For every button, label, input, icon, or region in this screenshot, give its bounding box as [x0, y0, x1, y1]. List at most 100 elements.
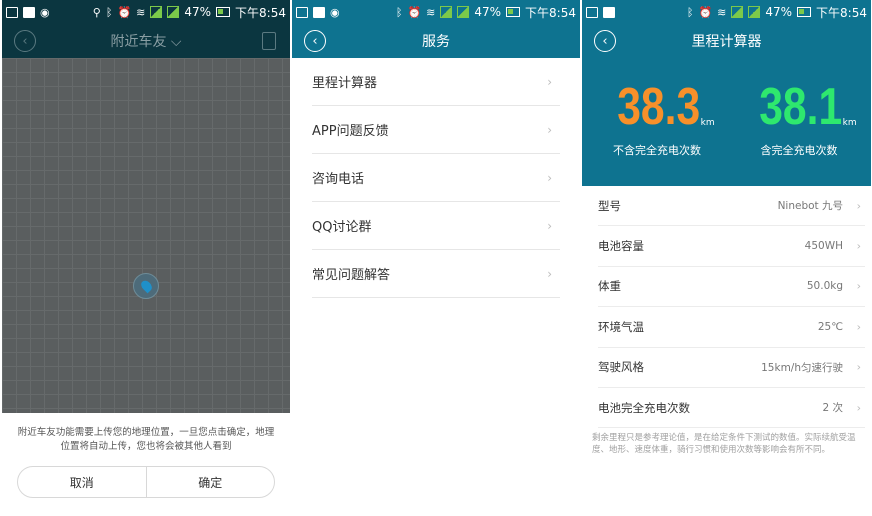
- map-view[interactable]: [2, 58, 290, 413]
- app-bar: ‹ 里程计算器: [582, 24, 871, 58]
- gallery-icon: [6, 6, 18, 18]
- disclaimer-text: 剩余里程只是参考理论值，是在给定条件下测试的数值。实际续航受温度、地形、速度体重…: [592, 433, 856, 455]
- chevron-left-icon: ‹: [22, 33, 28, 49]
- range-without-charges: 38.3 km 不含完全充电次数: [592, 78, 722, 158]
- chevron-right-icon: ›: [547, 122, 552, 137]
- app-bar: ‹ 附近车友 ⌵: [2, 24, 290, 58]
- back-button[interactable]: ‹: [594, 30, 616, 52]
- menu-item-mileage-calculator[interactable]: 里程计算器 ›: [312, 58, 560, 106]
- row-label: 电池完全充电次数: [598, 400, 690, 415]
- menu-item-faq[interactable]: 常见问题解答 ›: [312, 250, 560, 298]
- status-bar: ◉ ᛒ ⏰ ≋ 47% 下午8:54: [292, 0, 580, 24]
- range-with-charges: 38.1 km 含完全充电次数: [734, 78, 864, 158]
- bluetooth-icon: ᛒ: [105, 5, 113, 19]
- chevron-down-icon: ⌵: [170, 34, 182, 50]
- range-unit: km: [842, 118, 857, 128]
- list-icon[interactable]: [262, 32, 276, 50]
- battery-percent: 47%: [474, 5, 502, 19]
- chevron-right-icon: ›: [856, 199, 861, 213]
- battery-percent: 47%: [765, 5, 793, 19]
- row-label: 体重: [598, 279, 621, 294]
- row-label: 环境气温: [598, 319, 644, 334]
- menu-item-hotline[interactable]: 咨询电话 ›: [312, 154, 560, 202]
- chevron-right-icon: ›: [856, 320, 861, 334]
- page-title: 服务: [422, 34, 450, 50]
- chevron-left-icon: ‹: [602, 33, 608, 49]
- chevron-right-icon: ›: [856, 239, 861, 253]
- row-value: 450WH: [804, 240, 843, 253]
- chevron-right-icon: ›: [856, 279, 861, 293]
- signal-icon: [150, 6, 163, 18]
- location-pin-icon[interactable]: [133, 273, 159, 299]
- notification-icon: [313, 6, 325, 18]
- row-model[interactable]: 型号 Ninebot 九号 ›: [598, 186, 865, 227]
- row-label: 型号: [598, 198, 621, 213]
- chevron-right-icon: ›: [547, 74, 552, 89]
- chevron-right-icon: ›: [856, 401, 861, 415]
- notification-icon: [603, 6, 615, 18]
- confirm-button[interactable]: 确定: [145, 467, 275, 497]
- status-bar: ◉ ⚲ ᛒ ⏰ ≋ 47% 下午8:54: [2, 0, 290, 24]
- range-value: 38.3: [617, 78, 701, 136]
- wifi-icon: ≋: [136, 5, 146, 19]
- qq-icon: ◉: [40, 5, 50, 19]
- row-label: 电池容量: [598, 239, 644, 254]
- battery-percent: 47%: [184, 5, 212, 19]
- screenshot-collage: ◉ ⚲ ᛒ ⏰ ≋ 47% 下午8:54 ‹ 附近车友 ⌵ 附近车友功能需要上传…: [0, 0, 872, 516]
- alarm-icon: ⏰: [407, 5, 422, 19]
- range-summary: 38.3 km 不含完全充电次数 38.1 km 含完全充电次数: [582, 58, 871, 186]
- clock: 下午8:54: [525, 5, 576, 20]
- row-value: 50.0kg: [806, 280, 843, 293]
- nearby-riders-screen: ◉ ⚲ ᛒ ⏰ ≋ 47% 下午8:54 ‹ 附近车友 ⌵ 附近车友功能需要上传…: [2, 0, 290, 516]
- chevron-left-icon: ‹: [312, 33, 318, 49]
- back-button[interactable]: ‹: [304, 30, 326, 52]
- signal-icon: [731, 6, 744, 18]
- bluetooth-icon: ᛒ: [395, 5, 403, 19]
- range-caption: 含完全充电次数: [760, 144, 838, 157]
- battery-icon: [797, 7, 812, 17]
- page-title[interactable]: 附近车友 ⌵: [110, 31, 181, 51]
- location-icon: ⚲: [92, 5, 101, 19]
- chevron-right-icon: ›: [547, 170, 552, 185]
- menu-item-label: 常见问题解答: [312, 268, 391, 283]
- signal-icon: [440, 6, 453, 18]
- signal-2g-icon: [748, 6, 761, 18]
- range-unit: km: [700, 118, 715, 128]
- wifi-icon: ≋: [426, 5, 436, 19]
- services-screen: ◉ ᛒ ⏰ ≋ 47% 下午8:54 ‹ 服务 里程计算器 › APP问题反馈 …: [292, 0, 580, 516]
- menu-item-label: 里程计算器: [312, 76, 378, 91]
- battery-icon: [216, 7, 231, 17]
- range-value: 38.1: [759, 78, 843, 136]
- chevron-right-icon: ›: [856, 360, 861, 374]
- gallery-icon: [586, 6, 598, 18]
- alarm-icon: ⏰: [117, 5, 132, 19]
- row-battery-capacity[interactable]: 电池容量 450WH ›: [598, 226, 865, 267]
- row-label: 驾驶风格: [598, 360, 644, 375]
- parameter-list: 型号 Ninebot 九号 › 电池容量 450WH › 体重 50.0kg ›…: [582, 186, 871, 429]
- alarm-icon: ⏰: [698, 5, 713, 19]
- chevron-right-icon: ›: [547, 218, 552, 233]
- row-temperature[interactable]: 环境气温 25℃ ›: [598, 307, 865, 348]
- row-full-charge-count[interactable]: 电池完全充电次数 2 次 ›: [598, 388, 865, 429]
- mileage-calculator-screen: ᛒ ⏰ ≋ 47% 下午8:54 ‹ 里程计算器 38.3 km 不含完全充电次…: [582, 0, 871, 516]
- row-value: 2 次: [822, 402, 843, 415]
- cancel-button[interactable]: 取消: [18, 467, 146, 497]
- bluetooth-icon: ᛒ: [686, 5, 694, 19]
- row-driving-style[interactable]: 驾驶风格 15km/h匀速行驶 ›: [598, 348, 865, 388]
- menu-item-qq-group[interactable]: QQ讨论群 ›: [312, 202, 560, 250]
- chevron-right-icon: ›: [547, 266, 552, 281]
- row-value: Ninebot 九号: [777, 200, 843, 213]
- status-bar: ᛒ ⏰ ≋ 47% 下午8:54: [582, 0, 871, 24]
- services-list: 里程计算器 › APP问题反馈 › 咨询电话 › QQ讨论群 › 常见问题解答 …: [292, 58, 580, 298]
- signal-2g-icon: [167, 6, 180, 18]
- range-caption: 不含完全充电次数: [613, 144, 701, 157]
- permission-dialog: 附近车友功能需要上传您的地理位置，一旦您点击确定，地理位置将自动上传，您也将会被…: [2, 413, 290, 516]
- notification-icon: [23, 6, 35, 18]
- menu-item-app-feedback[interactable]: APP问题反馈 ›: [312, 106, 560, 154]
- row-value: 15km/h匀速行驶: [761, 361, 843, 374]
- wifi-icon: ≋: [717, 5, 727, 19]
- row-weight[interactable]: 体重 50.0kg ›: [598, 267, 865, 308]
- page-title: 里程计算器: [691, 34, 762, 50]
- back-button[interactable]: ‹: [14, 30, 36, 52]
- row-value: 25℃: [817, 320, 843, 333]
